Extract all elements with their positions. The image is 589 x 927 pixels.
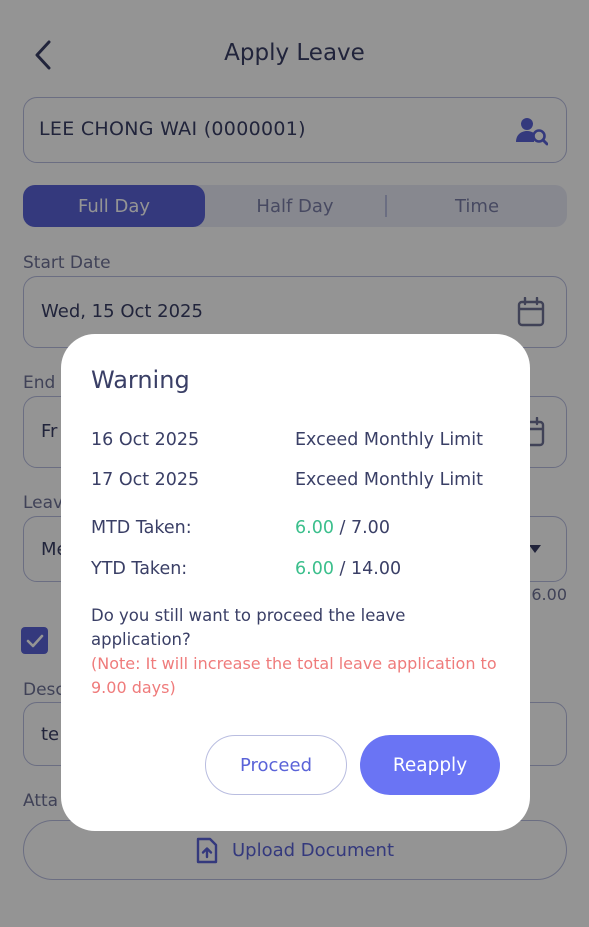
warning-reason: Exceed Monthly Limit bbox=[295, 470, 483, 490]
warning-date: 17 Oct 2025 bbox=[91, 470, 200, 490]
proceed-button[interactable]: Proceed bbox=[205, 735, 347, 795]
leave-note: (Note: It will increase the total leave … bbox=[91, 654, 497, 697]
mtd-label: MTD Taken: bbox=[91, 518, 192, 538]
mtd-taken: 6.00 bbox=[295, 518, 334, 538]
reapply-button[interactable]: Reapply bbox=[360, 735, 500, 795]
warning-date: 16 Oct 2025 bbox=[91, 430, 200, 450]
ytd-taken: 6.00 bbox=[295, 559, 334, 579]
ytd-limit: / 14.00 bbox=[333, 559, 402, 579]
dialog-title: Warning bbox=[91, 366, 190, 394]
mtd-limit: / 7.00 bbox=[333, 518, 390, 538]
mtd-value: 6.00 / 7.00 bbox=[295, 518, 390, 538]
warning-reason: Exceed Monthly Limit bbox=[295, 430, 483, 450]
ytd-label: YTD Taken: bbox=[91, 559, 188, 579]
confirm-question: Do you still want to proceed the leave a… bbox=[91, 606, 406, 649]
ytd-value: 6.00 / 14.00 bbox=[295, 559, 401, 579]
warning-dialog: Warning 16 Oct 2025 Exceed Monthly Limit… bbox=[61, 334, 530, 831]
